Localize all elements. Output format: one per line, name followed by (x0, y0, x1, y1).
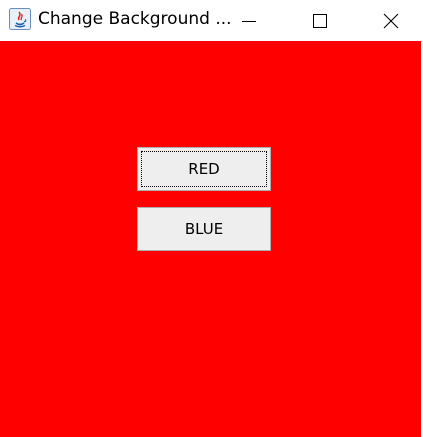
red-button[interactable]: RED (137, 147, 271, 191)
app-window: Change Background ... RED BLUE (0, 0, 423, 437)
minimize-icon (242, 20, 256, 22)
maximize-button[interactable] (297, 0, 343, 41)
close-button[interactable] (368, 0, 414, 41)
blue-button[interactable]: BLUE (137, 207, 271, 251)
window-title: Change Background ... (38, 9, 232, 29)
minimize-button[interactable] (226, 0, 272, 41)
close-icon (383, 13, 399, 28)
maximize-icon (313, 13, 327, 28)
blue-button-label: BLUE (184, 220, 224, 238)
content-panel: RED BLUE (0, 41, 421, 437)
red-button-label: RED (188, 160, 220, 178)
java-icon[interactable] (9, 8, 31, 30)
title-bar[interactable]: Change Background ... (0, 0, 423, 41)
